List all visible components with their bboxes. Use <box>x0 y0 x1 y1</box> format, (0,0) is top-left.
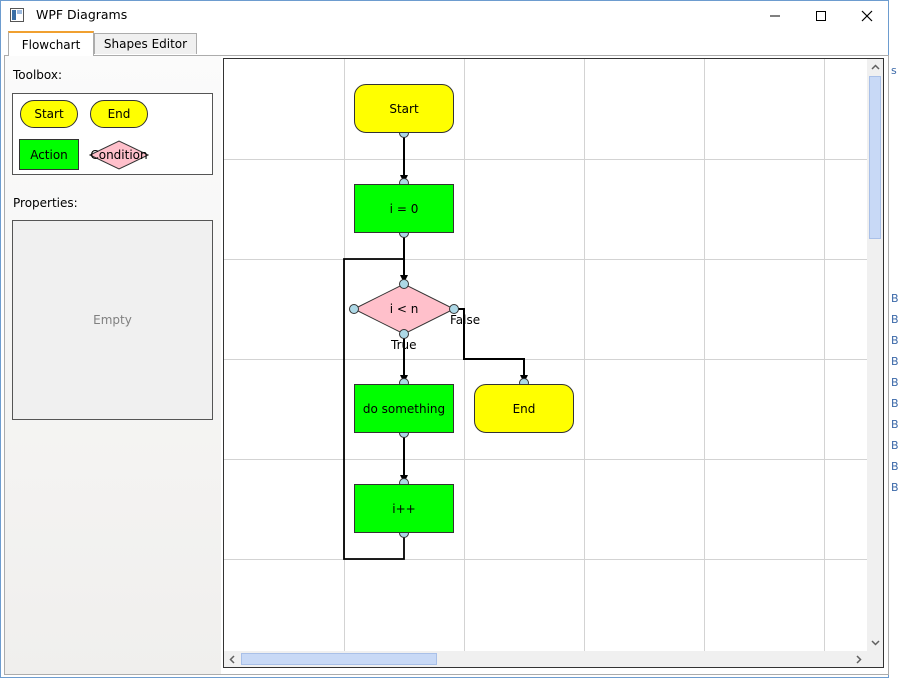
background-text: B <box>891 355 899 368</box>
background-text: B <box>891 439 899 452</box>
minimize-icon <box>770 15 780 16</box>
background-text: B <box>891 292 899 305</box>
background-text: B <box>891 313 899 326</box>
background-text: B <box>891 376 899 389</box>
scroll-right-button[interactable] <box>851 651 867 667</box>
scroll-up-button[interactable] <box>867 59 883 75</box>
tab-flowchart[interactable]: Flowchart <box>8 31 94 56</box>
background-text: B <box>891 397 899 410</box>
background-window-fragment: s B B B B B B B B B B <box>889 0 899 683</box>
node-increment[interactable]: i++ <box>354 484 454 533</box>
scroll-left-icon <box>229 654 235 664</box>
vertical-scroll-thumb[interactable] <box>869 76 881 239</box>
toolbox-action-shape[interactable]: Action <box>19 139 79 170</box>
window-title: WPF Diagrams <box>36 7 128 22</box>
app-icon <box>10 8 24 22</box>
scroll-left-button[interactable] <box>224 651 240 667</box>
background-text: B <box>891 460 899 473</box>
diagram-graphics <box>224 59 867 651</box>
toolbox-start-shape[interactable]: Start <box>20 100 78 128</box>
background-text: B <box>891 481 899 494</box>
toolbox-condition-shape[interactable]: Condition <box>89 140 149 170</box>
properties-label: Properties: <box>13 196 78 210</box>
node-action[interactable]: do something <box>354 384 454 433</box>
properties-panel: Empty <box>12 220 213 420</box>
tab-shapes-editor[interactable]: Shapes Editor <box>94 33 197 54</box>
close-button[interactable] <box>844 1 890 30</box>
scroll-up-icon <box>870 64 880 70</box>
maximize-button[interactable] <box>798 1 844 30</box>
false-label: False <box>450 313 481 327</box>
scroll-right-icon <box>856 654 862 664</box>
toolbox-label: Toolbox: <box>13 68 63 82</box>
close-icon <box>861 10 873 21</box>
scroll-down-icon <box>870 640 880 646</box>
horizontal-scrollbar[interactable] <box>224 651 867 667</box>
vertical-scrollbar[interactable] <box>867 59 883 651</box>
properties-empty-text: Empty <box>93 313 132 327</box>
toolbox-end-shape[interactable]: End <box>90 100 148 128</box>
diagram-canvas[interactable]: Start i = 0 i < n False True do somethin… <box>224 59 867 651</box>
scrollbar-corner <box>867 651 883 667</box>
node-end[interactable]: End <box>474 384 574 433</box>
toolbox-condition-label: Condition <box>90 148 148 162</box>
background-text: B <box>891 334 899 347</box>
background-text: s <box>891 64 897 77</box>
scroll-down-button[interactable] <box>867 635 883 651</box>
node-init[interactable]: i = 0 <box>354 184 454 233</box>
background-text: B <box>891 418 899 431</box>
maximize-icon <box>816 10 826 21</box>
true-label: True <box>391 338 417 352</box>
node-start[interactable]: Start <box>354 84 454 133</box>
node-condition[interactable]: i < n <box>364 299 444 319</box>
minimize-button[interactable] <box>752 1 798 30</box>
horizontal-scroll-thumb[interactable] <box>241 653 437 665</box>
grid <box>224 59 867 651</box>
